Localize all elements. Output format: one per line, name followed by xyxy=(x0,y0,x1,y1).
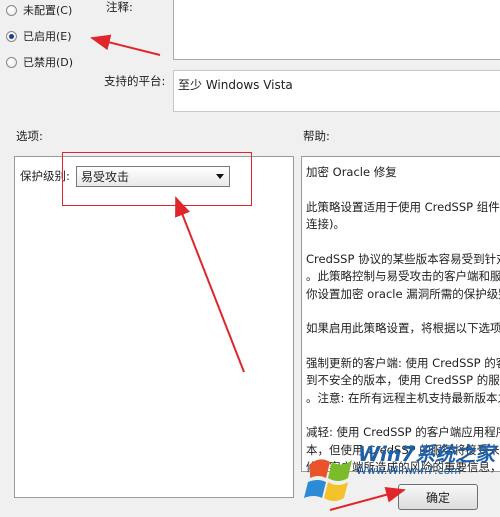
arrow-to-dropdown xyxy=(175,196,245,373)
annotation-arrows xyxy=(90,34,406,511)
arrow-to-ok xyxy=(329,486,406,511)
arrow-to-enabled xyxy=(90,34,161,56)
